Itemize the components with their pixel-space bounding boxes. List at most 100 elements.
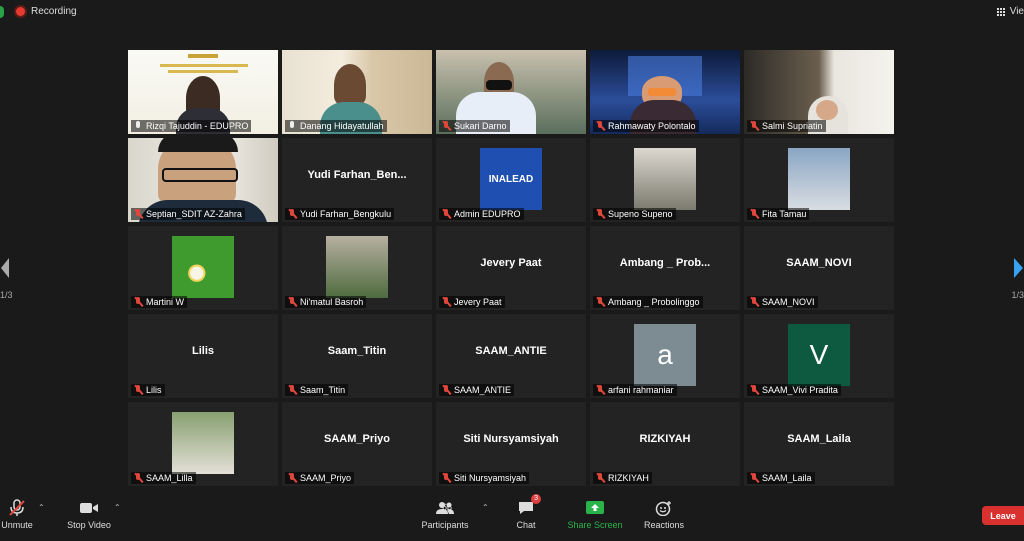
participant-name-label: Rizqi Tajuddin - EDUPRO xyxy=(131,120,252,132)
audio-options-chevron-icon[interactable]: ⌃ xyxy=(38,503,45,512)
unmute-label: Unmute xyxy=(1,520,33,530)
avatar-initial: V xyxy=(788,324,850,386)
participant-tile[interactable]: Rizqi Tajuddin - EDUPRO xyxy=(128,50,278,134)
participant-display-name: Siti Nursyamsiyah xyxy=(463,433,559,445)
participant-name-label: Martini W xyxy=(131,296,187,308)
participant-tile[interactable]: Septian_SDIT AZ-Zahra xyxy=(128,138,278,222)
participant-tile[interactable]: Fita Tamau xyxy=(744,138,894,222)
participants-options-chevron-icon[interactable]: ⌃ xyxy=(482,503,489,512)
participants-label: Participants xyxy=(421,520,469,530)
profile-picture xyxy=(172,236,234,298)
microphone-muted-icon xyxy=(596,209,605,219)
participant-name-label: SAAM_Lilla xyxy=(131,472,196,484)
participant-name: Lilis xyxy=(146,385,162,395)
participant-name: arfani rahmaniar xyxy=(608,385,674,395)
share-screen-button[interactable]: Share Screen xyxy=(566,499,624,530)
participant-name: SAAM_Laila xyxy=(762,473,812,483)
participant-display-name: SAAM_NOVI xyxy=(786,257,852,269)
microphone-muted-icon xyxy=(288,473,297,483)
participant-tile[interactable]: SAAM_Priyo SAAM_Priyo xyxy=(282,402,432,486)
participant-tile[interactable]: Sukari Darno xyxy=(436,50,586,134)
participant-name-label: Ni'matul Basroh xyxy=(285,296,367,308)
previous-page-button[interactable]: 1/3 xyxy=(0,256,22,306)
participant-name-label: Siti Nursyamsiyah xyxy=(439,472,530,484)
avatar-initial: a xyxy=(634,324,696,386)
participant-tile[interactable]: Salmi Supriatin xyxy=(744,50,894,134)
participant-tile[interactable]: Danang Hidayatullah xyxy=(282,50,432,134)
participant-tile[interactable]: Supeno Supeno xyxy=(590,138,740,222)
chat-label: Chat xyxy=(516,520,536,530)
microphone-muted-icon xyxy=(9,499,25,516)
participant-tile[interactable]: Martini W xyxy=(128,226,278,310)
top-bar: Recording Vie xyxy=(0,0,1024,26)
microphone-muted-icon xyxy=(596,385,605,395)
page-indicator-left: 1/3 xyxy=(0,290,13,300)
video-camera-icon xyxy=(80,503,98,513)
participant-name: SAAM_Priyo xyxy=(300,473,352,483)
participant-name: Yudi Farhan_Bengkulu xyxy=(300,209,392,219)
participant-name: Ambang _ Probolinggo xyxy=(608,297,700,307)
participant-tile[interactable]: Ambang _ Prob... Ambang _ Probolinggo xyxy=(590,226,740,310)
participants-button[interactable]: 68 Participants xyxy=(420,499,470,530)
chat-button[interactable]: 3 Chat xyxy=(512,494,541,530)
microphone-muted-icon xyxy=(442,297,451,307)
participant-tile[interactable]: SAAM_NOVI SAAM_NOVI xyxy=(744,226,894,310)
profile-picture xyxy=(326,236,388,298)
participant-tile[interactable]: Rahmawaty Polontalo xyxy=(590,50,740,134)
video-gallery: Rizqi Tajuddin - EDUPRO Danang Hidayatull… xyxy=(128,50,894,488)
participant-tile[interactable]: RIZKIYAH RIZKIYAH xyxy=(590,402,740,486)
participant-name: SAAM_Lilla xyxy=(146,473,193,483)
participant-tile[interactable]: Yudi Farhan_Ben... Yudi Farhan_Bengkulu xyxy=(282,138,432,222)
microphone-muted-icon xyxy=(750,121,759,131)
participant-name: Martini W xyxy=(146,297,184,307)
participant-tile[interactable]: Jevery Paat Jevery Paat xyxy=(436,226,586,310)
stop-video-label: Stop Video xyxy=(67,520,111,530)
participant-tile[interactable]: Ni'matul Basroh xyxy=(282,226,432,310)
participant-name-label: Fita Tamau xyxy=(747,208,810,220)
unmute-button[interactable]: Unmute xyxy=(0,499,34,530)
participant-tile[interactable]: V SAAM_Vivi Pradita xyxy=(744,314,894,398)
participant-name-label: Sukari Darno xyxy=(439,120,510,132)
view-button[interactable]: Vie xyxy=(997,6,1024,17)
participant-name-label: SAAM_NOVI xyxy=(747,296,818,308)
participant-name: Danang Hidayatullah xyxy=(300,121,384,131)
participant-name: Siti Nursyamsiyah xyxy=(454,473,527,483)
participant-name: RIZKIYAH xyxy=(608,473,649,483)
microphone-muted-icon xyxy=(134,209,143,219)
participant-name: Sukari Darno xyxy=(454,121,507,131)
page-indicator-right: 1/3 xyxy=(1011,290,1024,300)
next-page-button[interactable]: 1/3 xyxy=(1002,256,1024,306)
participant-tile[interactable]: INALEAD Admin EDUPRO xyxy=(436,138,586,222)
microphone-muted-icon xyxy=(750,209,759,219)
recording-indicator[interactable]: Recording xyxy=(16,6,77,17)
participant-display-name: Lilis xyxy=(191,345,214,357)
participant-tile[interactable]: SAAM_Laila SAAM_Laila xyxy=(744,402,894,486)
participant-name-label: Yudi Farhan_Bengkulu xyxy=(285,208,395,220)
participant-name-label: Ambang _ Probolinggo xyxy=(593,296,703,308)
participant-name: Ni'matul Basroh xyxy=(300,297,364,307)
participant-name: SAAM_ANTIE xyxy=(454,385,512,395)
participant-name-label: SAAM_Vivi Pradita xyxy=(747,384,841,396)
security-shield-icon[interactable] xyxy=(0,6,4,18)
participant-display-name: Ambang _ Prob... xyxy=(619,257,711,269)
participant-tile[interactable]: SAAM_Lilla xyxy=(128,402,278,486)
participant-tile[interactable]: a arfani rahmaniar xyxy=(590,314,740,398)
participant-tile[interactable]: Saam_Titin Saam_Titin xyxy=(282,314,432,398)
leave-button[interactable]: Leave xyxy=(982,506,1024,525)
participant-tile[interactable]: Lilis Lilis xyxy=(128,314,278,398)
participant-name-label: SAAM_ANTIE xyxy=(439,384,515,396)
microphone-muted-icon xyxy=(134,473,143,483)
participant-display-name: Yudi Farhan_Ben... xyxy=(307,169,407,181)
reactions-button[interactable]: Reactions xyxy=(642,499,686,530)
stop-video-button[interactable]: Stop Video xyxy=(64,499,114,530)
microphone-muted-icon xyxy=(596,297,605,307)
microphone-icon xyxy=(288,121,297,131)
video-options-chevron-icon[interactable]: ⌃ xyxy=(114,503,121,512)
chat-unread-badge: 3 xyxy=(531,494,541,504)
participant-name-label: Admin EDUPRO xyxy=(439,208,524,220)
participant-name-label: SAAM_Laila xyxy=(747,472,815,484)
participant-name: Jevery Paat xyxy=(454,297,502,307)
participant-tile[interactable]: SAAM_ANTIE SAAM_ANTIE xyxy=(436,314,586,398)
participant-name-label: Rahmawaty Polontalo xyxy=(593,120,699,132)
participant-tile[interactable]: Siti Nursyamsiyah Siti Nursyamsiyah xyxy=(436,402,586,486)
